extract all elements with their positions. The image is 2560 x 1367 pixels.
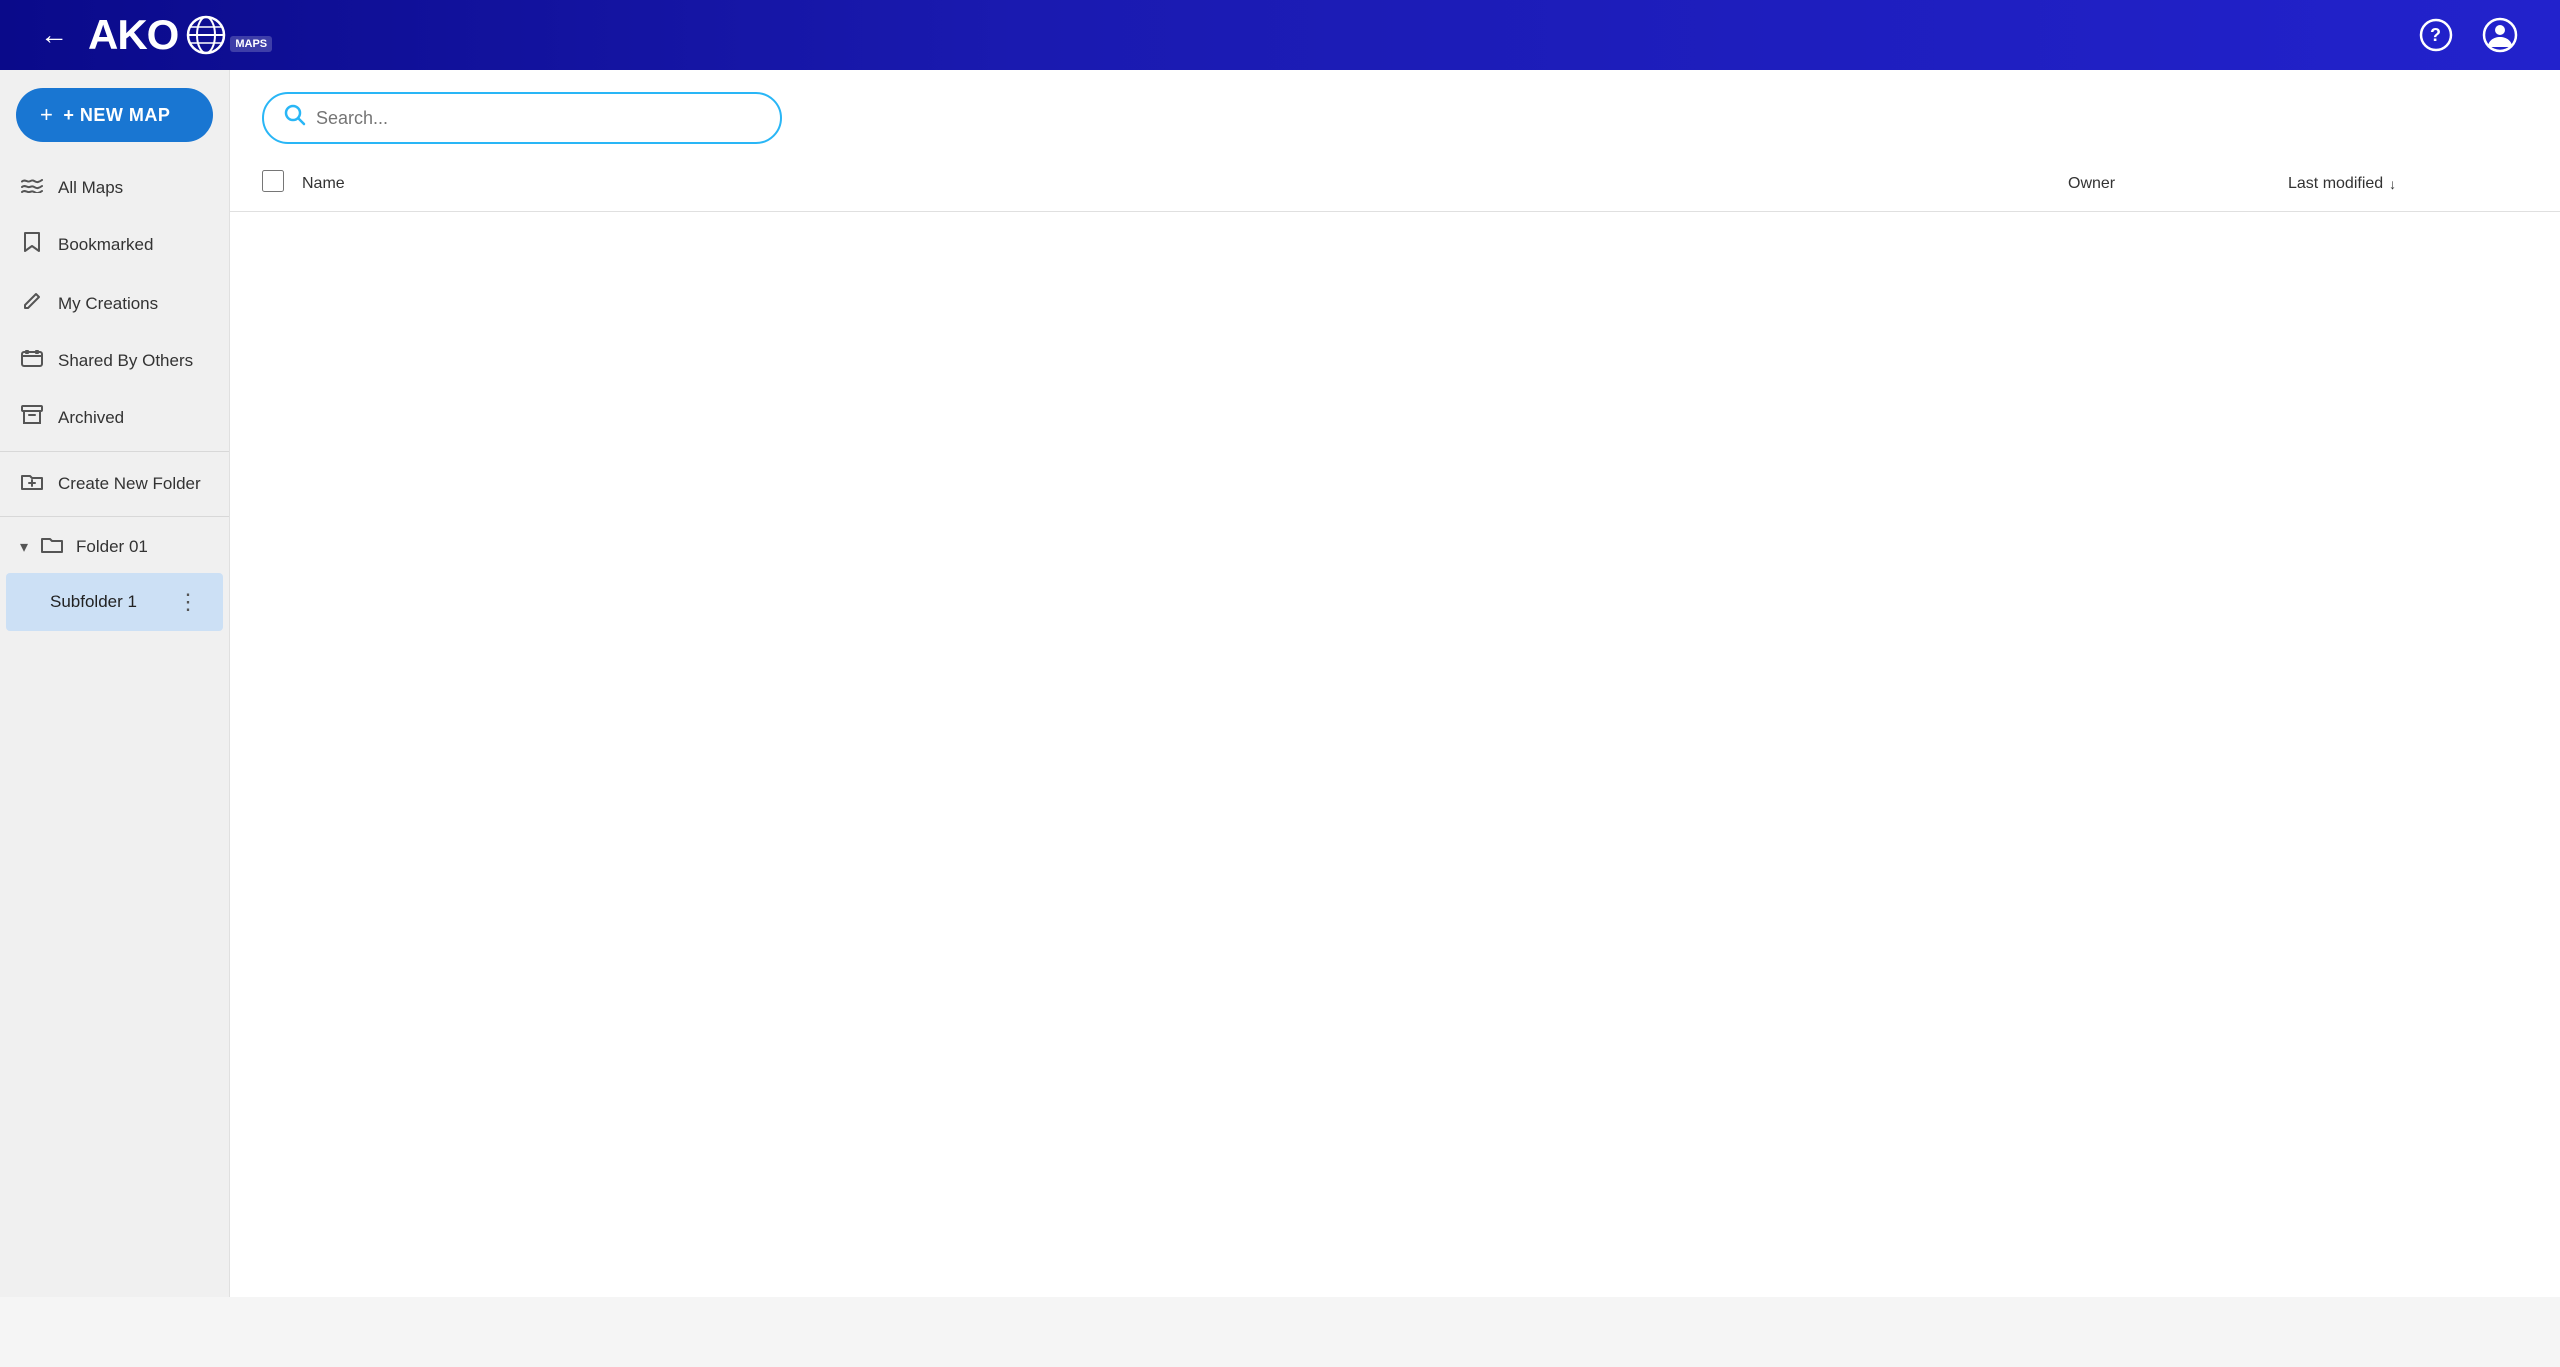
search-input[interactable] bbox=[316, 108, 760, 129]
column-last-modified-header[interactable]: Last modified ↓ bbox=[2288, 175, 2528, 193]
main-layout: + + NEW MAP All Maps Bookmarked bbox=[0, 70, 2560, 1297]
sidebar-item-all-maps[interactable]: All Maps bbox=[0, 160, 229, 215]
column-owner-header: Owner bbox=[2068, 175, 2288, 193]
folder-01-label: Folder 01 bbox=[76, 537, 148, 557]
new-folder-icon bbox=[20, 472, 44, 496]
archive-icon bbox=[20, 405, 44, 431]
plus-icon: + bbox=[40, 102, 53, 128]
sidebar-item-my-creations[interactable]: My Creations bbox=[0, 275, 229, 333]
column-name-header: Name bbox=[302, 175, 2068, 193]
search-icon bbox=[284, 104, 306, 132]
bookmarked-label: Bookmarked bbox=[58, 235, 153, 255]
new-map-label: + NEW MAP bbox=[63, 105, 170, 126]
search-bar bbox=[262, 92, 782, 144]
table-body bbox=[230, 212, 2560, 1297]
sidebar-item-archived[interactable]: Archived bbox=[0, 389, 229, 447]
all-maps-label: All Maps bbox=[58, 178, 123, 198]
app-header: ← AKO MAPS ? bbox=[0, 0, 2560, 70]
subfolder-1[interactable]: Subfolder 1 ⋮ bbox=[6, 573, 223, 631]
sidebar: + + NEW MAP All Maps Bookmarked bbox=[0, 70, 230, 1297]
shared-icon bbox=[20, 349, 44, 373]
help-button[interactable]: ? bbox=[2416, 15, 2456, 55]
maps-badge: MAPS bbox=[230, 36, 272, 52]
sidebar-item-create-new-folder[interactable]: Create New Folder bbox=[0, 456, 229, 512]
subfolder-more-button[interactable]: ⋮ bbox=[173, 587, 203, 617]
shared-by-others-label: Shared By Others bbox=[58, 351, 193, 371]
sidebar-divider bbox=[0, 451, 229, 452]
svg-text:?: ? bbox=[2430, 25, 2441, 45]
pencil-icon bbox=[20, 291, 44, 317]
search-bar-container bbox=[230, 70, 2560, 156]
my-creations-label: My Creations bbox=[58, 294, 158, 314]
select-all-checkbox-cell bbox=[262, 170, 302, 197]
subfolder-1-label: Subfolder 1 bbox=[50, 592, 137, 612]
folder-section: ▾ Folder 01 Subfolder 1 ⋮ bbox=[0, 521, 229, 631]
sidebar-divider-2 bbox=[0, 516, 229, 517]
back-button[interactable]: ← bbox=[40, 19, 68, 51]
new-map-button[interactable]: + + NEW MAP bbox=[16, 88, 213, 142]
folder-icon bbox=[40, 535, 64, 559]
last-modified-label: Last modified bbox=[2288, 175, 2383, 193]
header-right: ? bbox=[2416, 15, 2520, 55]
chevron-down-icon: ▾ bbox=[20, 537, 28, 557]
all-maps-icon bbox=[20, 176, 44, 199]
help-icon: ? bbox=[2419, 18, 2453, 52]
folder-01[interactable]: ▾ Folder 01 bbox=[0, 521, 229, 573]
logo-text: AKO bbox=[88, 14, 178, 56]
sidebar-item-bookmarked[interactable]: Bookmarked bbox=[0, 215, 229, 275]
sort-arrow-icon: ↓ bbox=[2389, 176, 2396, 192]
account-icon bbox=[2482, 17, 2518, 53]
globe-icon bbox=[186, 15, 226, 55]
app-logo: AKO MAPS bbox=[88, 14, 272, 56]
more-vertical-icon: ⋮ bbox=[177, 589, 199, 615]
bookmark-icon bbox=[20, 231, 44, 259]
archived-label: Archived bbox=[58, 408, 124, 428]
main-content: Name Owner Last modified ↓ bbox=[230, 70, 2560, 1297]
sidebar-item-shared-by-others[interactable]: Shared By Others bbox=[0, 333, 229, 389]
account-button[interactable] bbox=[2480, 15, 2520, 55]
create-new-folder-label: Create New Folder bbox=[58, 474, 201, 494]
table-header: Name Owner Last modified ↓ bbox=[230, 156, 2560, 212]
select-all-checkbox[interactable] bbox=[262, 170, 284, 192]
header-left: ← AKO MAPS bbox=[40, 14, 272, 56]
